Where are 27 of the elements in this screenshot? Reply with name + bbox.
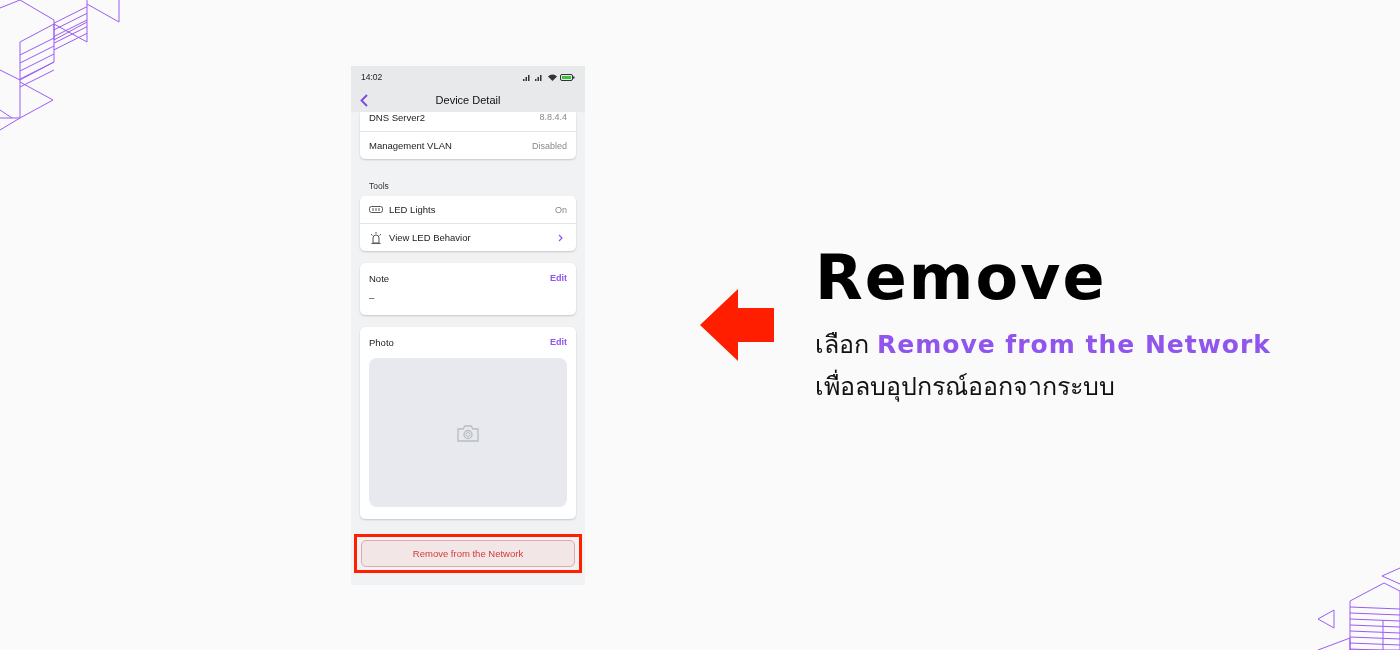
setting-label: DNS Server2 <box>369 112 426 123</box>
slide-description: เลือก Remove from the Network เพื่อลบอุปกรณ์ออกจากระบบ <box>815 329 1271 404</box>
signal-icon <box>523 73 545 81</box>
card-title: Note <box>369 273 390 284</box>
note-value: – <box>368 291 376 305</box>
led-strip-icon <box>369 206 383 213</box>
setting-label[interactable]: View LED Behavior <box>389 232 552 243</box>
section-heading: Tools <box>368 180 390 193</box>
edit-link[interactable]: Edit <box>550 337 567 348</box>
camera-icon <box>457 423 479 442</box>
setting-label: LED Lights <box>389 204 437 215</box>
remove-button[interactable]: Remove from the Network <box>361 540 575 567</box>
card-title: Photo <box>369 337 394 348</box>
screen-title: Device Detail <box>435 94 501 106</box>
arrow-icon <box>700 289 774 361</box>
setting-label: Management VLAN <box>369 140 453 151</box>
siren-icon <box>370 231 382 244</box>
chevron-right-icon <box>558 233 563 242</box>
status-time: 14:02 <box>361 72 383 82</box>
back-icon[interactable] <box>360 94 368 107</box>
setting-value: On <box>555 204 567 215</box>
setting-value: Disabled <box>531 140 567 151</box>
wifi-icon <box>548 73 557 81</box>
battery-icon <box>560 73 575 81</box>
edit-link[interactable]: Edit <box>550 273 567 284</box>
setting-value: 8.8.4.4 <box>539 112 567 122</box>
slide-title: Remove <box>815 240 1107 316</box>
